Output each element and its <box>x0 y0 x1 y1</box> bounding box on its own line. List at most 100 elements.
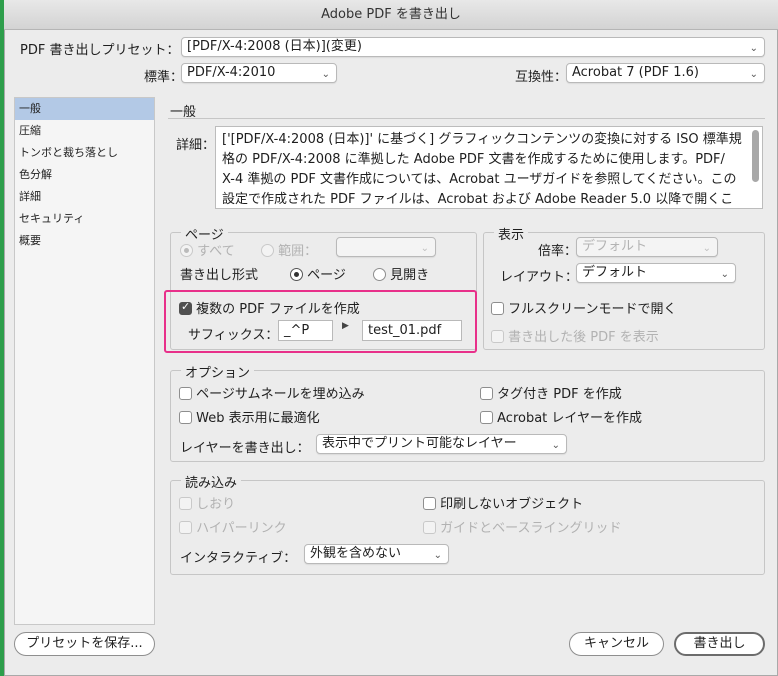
export-pages-option[interactable]: ページ <box>290 264 346 283</box>
details-line: ['[PDF/X-4:2008 (日本)]' に基づく] グラフィックコンテンツ… <box>222 132 742 147</box>
hyperlinks-label: ハイパーリンク <box>196 521 287 536</box>
chevron-down-icon: ⌄ <box>749 69 758 80</box>
interactive-select[interactable]: 外観を含めない ⌄ <box>304 544 449 564</box>
web-optimize-option[interactable]: Web 表示用に最適化 <box>179 407 320 426</box>
chevron-down-icon: ⌄ <box>420 243 429 254</box>
standard-value: PDF/X-4:2010 <box>187 65 276 80</box>
checkbox-nonprinting[interactable] <box>423 497 436 510</box>
checkbox-multiple-pdf[interactable] <box>179 300 192 315</box>
page-all-label: すべて <box>197 244 235 259</box>
zoom-value: デフォルト <box>582 239 648 254</box>
page-range-select[interactable]: ⌄ <box>336 237 436 257</box>
layout-value: デフォルト <box>582 265 648 280</box>
filename-preview: test_01.pdf <box>362 320 462 341</box>
chevron-down-icon: ⌄ <box>433 550 442 561</box>
arrow-right-icon: ▶ <box>342 321 349 331</box>
compat-select[interactable]: Acrobat 7 (PDF 1.6) ⌄ <box>566 63 765 83</box>
tagged-pdf-option[interactable]: タグ付き PDF を作成 <box>480 383 622 402</box>
radio-spreads[interactable] <box>373 268 386 281</box>
layout-select[interactable]: デフォルト ⌄ <box>576 263 736 283</box>
page-range-label: 範囲： <box>278 244 318 259</box>
checkbox-tagged-pdf[interactable] <box>480 387 493 400</box>
embed-thumbnails-label: ページサムネールを埋め込み <box>196 387 365 402</box>
zoom-select[interactable]: デフォルト ⌄ <box>576 237 718 257</box>
sidebar-item-advanced[interactable]: 詳細 <box>15 186 154 208</box>
chevron-down-icon: ⌄ <box>702 243 711 254</box>
checkbox-embed-thumbnails[interactable] <box>179 387 192 400</box>
export-spreads-label: 見開き <box>390 268 430 283</box>
nonprinting-option[interactable]: 印刷しないオブジェクト <box>423 493 583 512</box>
fullscreen-option[interactable]: フルスクリーンモードで開く <box>491 298 677 317</box>
category-sidebar: 一般 圧縮 トンボと裁ち落とし 色分解 詳細 セキュリティ 概要 <box>14 97 155 625</box>
checkbox-guides[interactable] <box>423 521 436 534</box>
hyperlinks-option[interactable]: ハイパーリンク <box>179 517 287 536</box>
checkbox-acrobat-layers[interactable] <box>480 411 493 424</box>
divider <box>168 118 765 119</box>
standard-label: 標準： <box>144 70 184 85</box>
chevron-down-icon: ⌄ <box>720 269 729 280</box>
compat-label: 互換性： <box>515 70 568 85</box>
checkbox-fullscreen[interactable] <box>491 302 504 315</box>
export-spreads-option[interactable]: 見開き <box>373 264 429 283</box>
suffix-input[interactable]: _^P <box>278 320 333 341</box>
fullscreen-label: フルスクリーンモードで開く <box>508 302 677 317</box>
save-preset-button[interactable]: プリセットを保存... <box>14 632 155 656</box>
checkbox-web-optimize[interactable] <box>179 411 192 424</box>
acrobat-layers-label: Acrobat レイヤーを作成 <box>497 411 643 426</box>
acrobat-layers-option[interactable]: Acrobat レイヤーを作成 <box>480 407 642 426</box>
chevron-down-icon: ⌄ <box>749 43 758 54</box>
options-group-title: オプション <box>181 362 255 381</box>
web-optimize-label: Web 表示用に最適化 <box>196 411 320 426</box>
interactive-value: 外観を含めない <box>310 546 402 561</box>
bookmarks-option[interactable]: しおり <box>179 493 235 512</box>
cancel-button[interactable]: キャンセル <box>569 632 664 656</box>
radio-pages[interactable] <box>290 268 303 281</box>
sidebar-item-general[interactable]: 一般 <box>15 98 154 120</box>
sidebar-item-security[interactable]: セキュリティ <box>15 208 154 230</box>
export-layers-value: 表示中でプリント可能なレイヤー <box>322 436 517 451</box>
chevron-down-icon: ⌄ <box>551 440 560 451</box>
view-group-title: 表示 <box>494 224 529 243</box>
embed-thumbnails-option[interactable]: ページサムネールを埋め込み <box>179 383 365 402</box>
export-pages-label: ページ <box>307 268 346 283</box>
radio-range[interactable] <box>261 244 274 257</box>
checkbox-hyperlinks[interactable] <box>179 521 192 534</box>
bookmarks-label: しおり <box>196 497 236 512</box>
details-label: 詳細： <box>176 138 216 153</box>
details-textbox[interactable]: ['[PDF/X-4:2008 (日本)]' に基づく] グラフィックコンテンツ… <box>215 126 763 209</box>
view-after-option[interactable]: 書き出した後 PDF を表示 <box>491 326 659 345</box>
preset-value: [PDF/X-4:2008 (日本)](変更) <box>187 39 362 54</box>
standard-select[interactable]: PDF/X-4:2010 ⌄ <box>181 63 337 83</box>
checkbox-view-after[interactable] <box>491 330 504 343</box>
create-multiple-pdf-label: 複数の PDF ファイルを作成 <box>196 302 360 317</box>
details-line: X-4 準拠の PDF 文書作成については、Acrobat ユーザガイドを参照し… <box>222 172 737 187</box>
sidebar-item-marks-bleeds[interactable]: トンボと裁ち落とし <box>15 142 154 164</box>
radio-all[interactable] <box>180 244 193 257</box>
create-multiple-pdf-option[interactable]: 複数の PDF ファイルを作成 <box>179 298 360 317</box>
tagged-pdf-label: タグ付き PDF を作成 <box>497 387 622 402</box>
nonprinting-label: 印刷しないオブジェクト <box>440 497 584 512</box>
guides-option[interactable]: ガイドとベースライングリッド <box>423 517 622 536</box>
sidebar-item-output[interactable]: 色分解 <box>15 164 154 186</box>
page-all-option[interactable]: すべて <box>180 240 235 259</box>
guides-label: ガイドとベースライングリッド <box>440 521 622 536</box>
zoom-label: 倍率： <box>538 244 578 259</box>
export-button[interactable]: 書き出し <box>674 632 765 656</box>
export-as-label: 書き出し形式 <box>180 268 259 283</box>
details-scrollbar[interactable] <box>752 130 759 182</box>
preset-label: PDF 書き出しプリセット： <box>20 43 180 58</box>
checkbox-bookmarks[interactable] <box>179 497 192 510</box>
interactive-label: インタラクティブ： <box>180 551 297 566</box>
export-layers-label: レイヤーを書き出し： <box>180 441 310 456</box>
details-line: 設定で作成された PDF ファイルは、Acrobat および Adobe Rea… <box>222 192 734 207</box>
sidebar-item-summary[interactable]: 概要 <box>15 230 154 252</box>
window-title: Adobe PDF を書き出し <box>4 0 778 30</box>
preset-select[interactable]: [PDF/X-4:2008 (日本)](変更) ⌄ <box>181 37 765 57</box>
sidebar-item-compression[interactable]: 圧縮 <box>15 120 154 142</box>
compat-value: Acrobat 7 (PDF 1.6) <box>572 65 699 80</box>
chevron-down-icon: ⌄ <box>321 69 330 80</box>
page-range-option[interactable]: 範囲： <box>261 240 317 259</box>
export-layers-select[interactable]: 表示中でプリント可能なレイヤー ⌄ <box>316 434 567 454</box>
details-line: 格の PDF/X-4:2008 に準拠した Adobe PDF 文書を作成するた… <box>222 152 725 167</box>
suffix-label: サフィックス： <box>188 328 279 343</box>
